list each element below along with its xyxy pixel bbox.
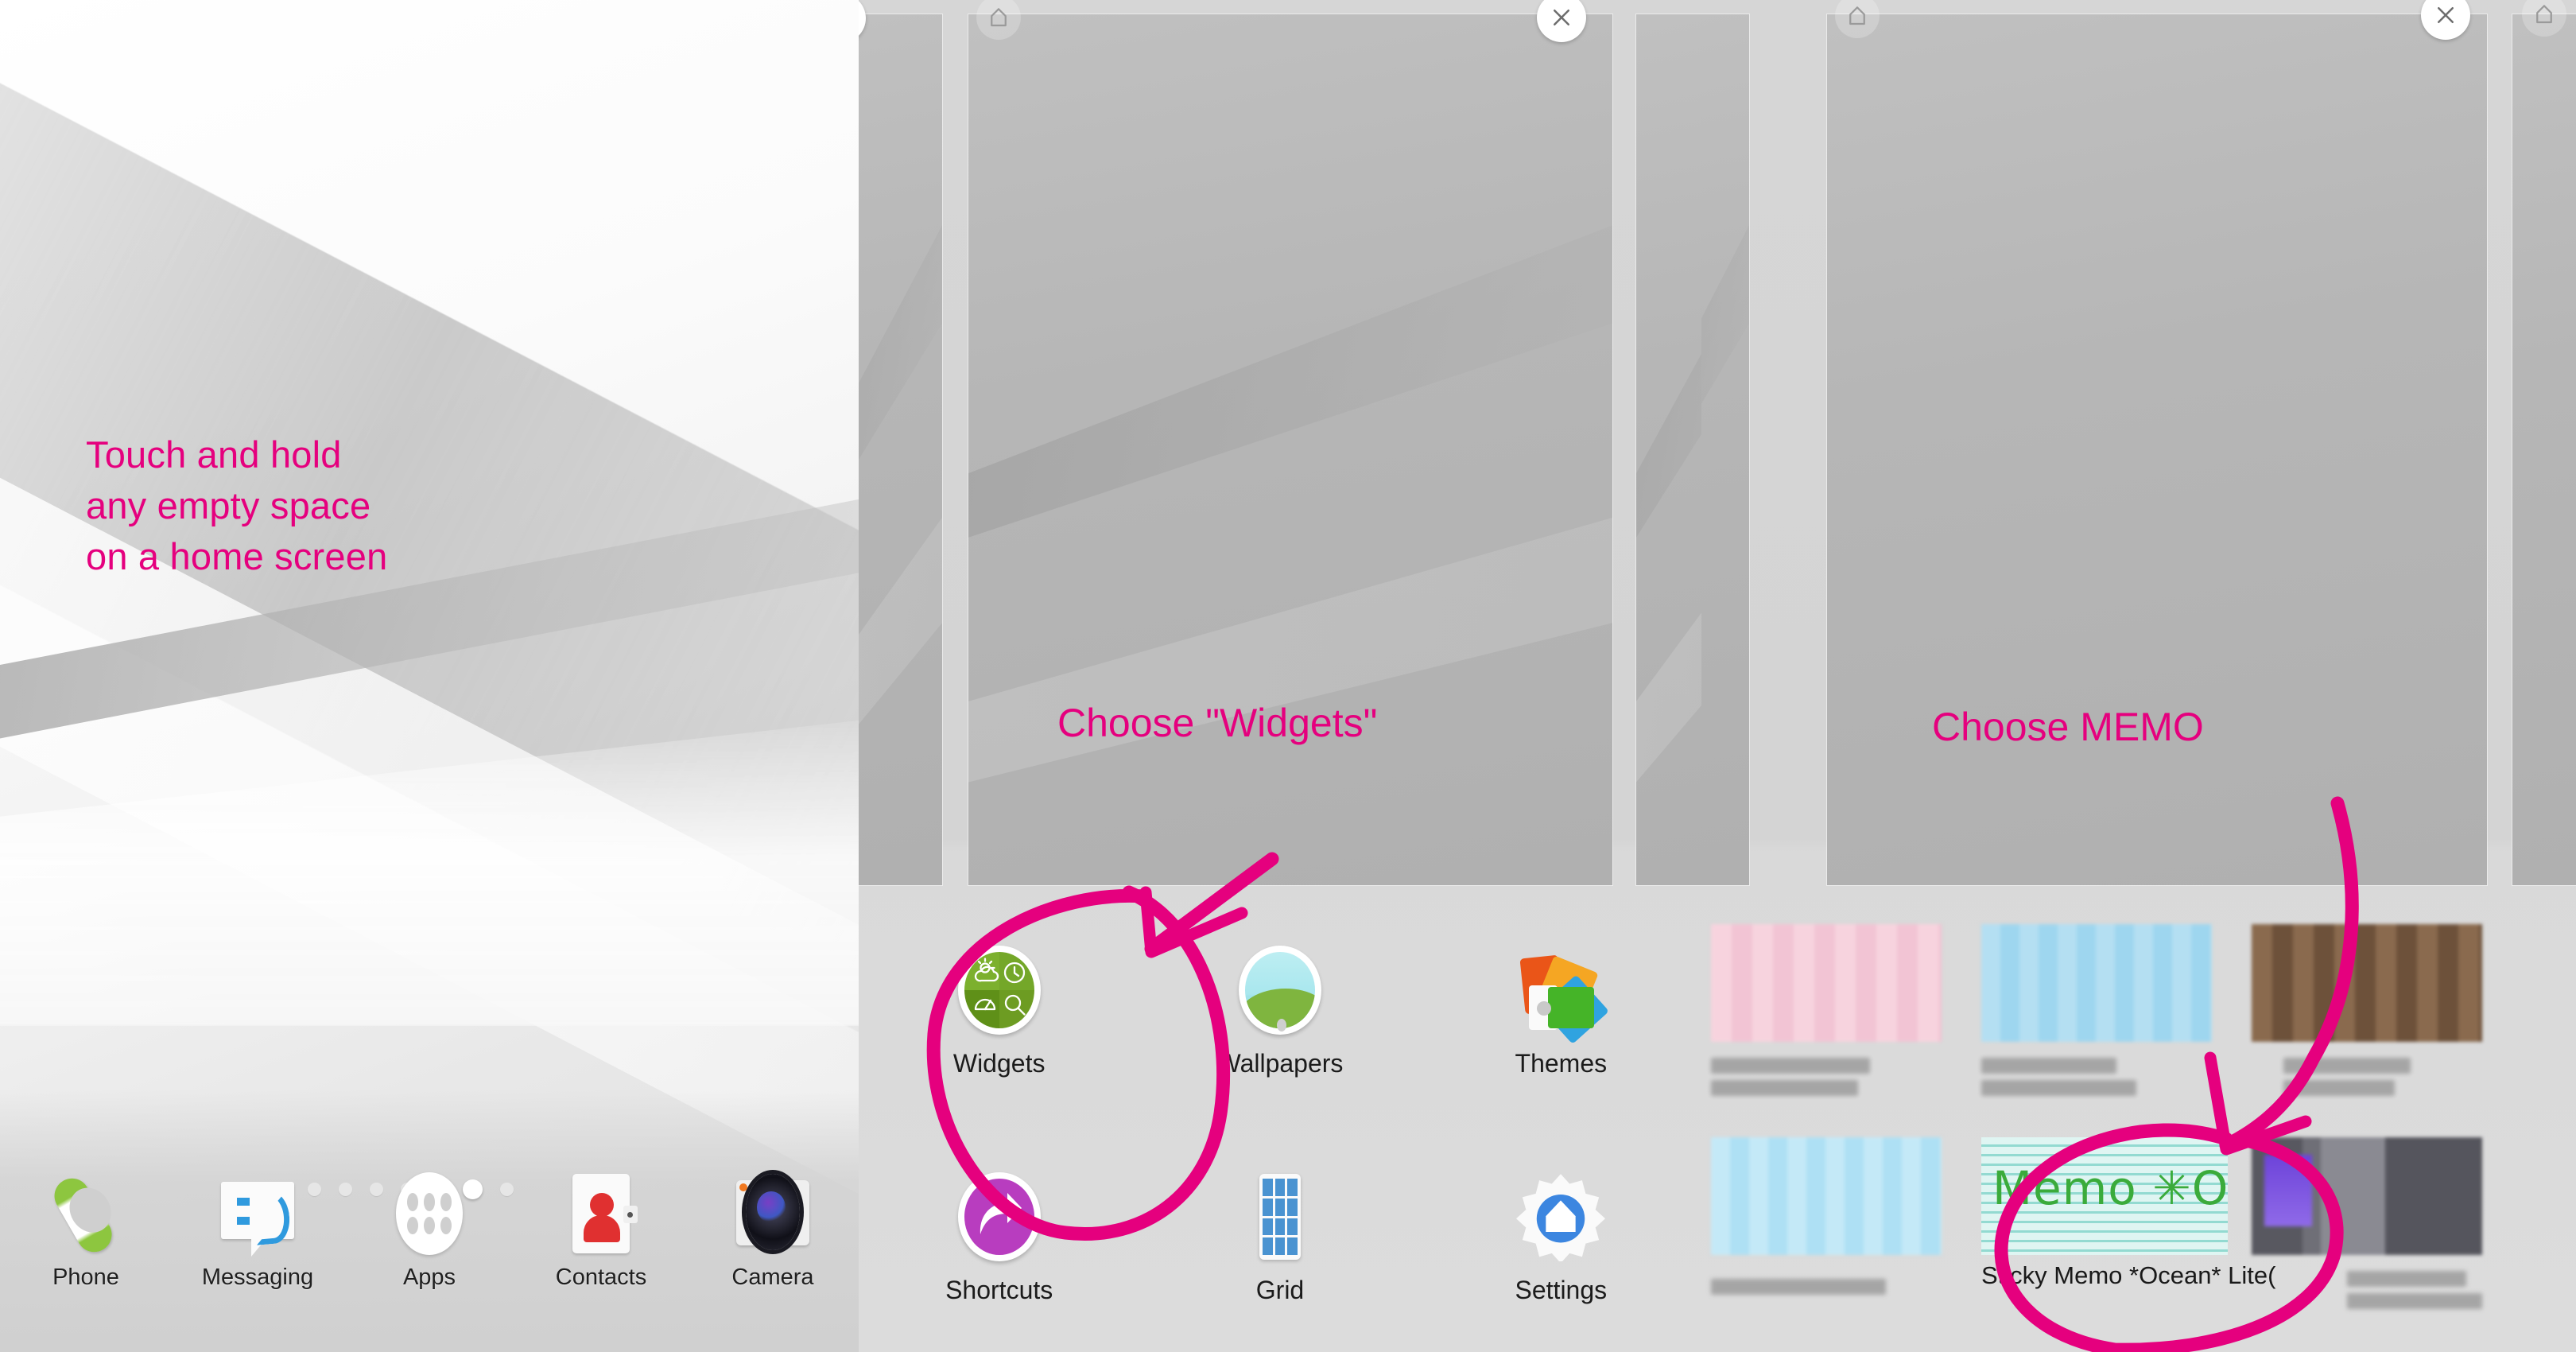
dock-item-contacts[interactable]: Contacts — [515, 1161, 687, 1352]
screenshot-root: Touch and hold any empty space on a home… — [0, 0, 2576, 1352]
home-screen-panel: Touch and hold any empty space on a home… — [0, 0, 859, 1352]
widget-name-blurred — [1711, 1269, 1942, 1314]
menu-label: Themes — [1515, 1049, 1608, 1078]
home-icon — [1849, 6, 1865, 25]
menu-item-shortcuts[interactable]: Shortcuts — [859, 1125, 1139, 1352]
settings-icon — [1516, 1172, 1606, 1261]
contacts-icon — [560, 1172, 642, 1255]
widget-preview — [2252, 924, 2482, 1042]
home-page-thumb[interactable] — [1701, 14, 1749, 885]
home-icon — [991, 8, 1007, 27]
close-icon — [2438, 7, 2454, 23]
callout-line-2: any empty space — [86, 484, 371, 526]
home-page-thumbnails — [1701, 0, 2576, 899]
phone-icon — [29, 1157, 142, 1270]
share-arrow-icon — [980, 1193, 1022, 1234]
menu-item-widgets[interactable]: Widgets — [859, 899, 1139, 1125]
memo-widget-preview: Memo ✳Ocean✳ — [1981, 1137, 2228, 1255]
memo-preview-text: Memo ✳Ocean✳ — [1992, 1161, 2228, 1215]
dock-item-apps[interactable]: Apps — [343, 1161, 515, 1352]
wallpaper — [0, 0, 859, 1352]
widgets-icon — [955, 946, 1044, 1035]
grid-icon — [1236, 1172, 1325, 1261]
callout-line-1: Touch and hold — [86, 433, 342, 476]
dock: Phone Messaging Apps Contacts Camera — [0, 1161, 859, 1352]
dock-label: Phone — [52, 1265, 119, 1290]
home-screen-callout: Touch and hold any empty space on a home… — [86, 429, 642, 582]
home-page-thumb-selected[interactable] — [968, 14, 1612, 885]
home-page-thumbnails — [859, 0, 1701, 899]
apps-grid-icon — [388, 1172, 471, 1255]
camera-icon — [731, 1172, 814, 1255]
widget-name-blurred — [1711, 1056, 1942, 1101]
dock-label: Apps — [402, 1265, 456, 1290]
menu-item-settings[interactable]: Settings — [1421, 1125, 1701, 1352]
menu-label: Settings — [1515, 1276, 1608, 1304]
shortcuts-icon — [955, 1172, 1044, 1261]
widget-list-item[interactable] — [2252, 1137, 2482, 1314]
home-edit-menu: Widgets Wallpapers Themes Shortcuts Grid… — [859, 899, 1701, 1352]
widget-list-item[interactable] — [2252, 924, 2482, 1101]
widget-list-item[interactable] — [1711, 1137, 1942, 1314]
callout-line-3: on a home screen — [86, 534, 388, 577]
widget-picker-panel: Memo ✳Ocean✳ Sticky Memo *Ocean* Lite( — [1701, 0, 2576, 1352]
widget-list: Memo ✳Ocean✳ Sticky Memo *Ocean* Lite( — [1701, 899, 2576, 1352]
menu-item-grid[interactable]: Grid — [1139, 1125, 1420, 1352]
dock-label: Camera — [731, 1265, 814, 1290]
home-page-thumb[interactable] — [859, 14, 942, 885]
dock-item-camera[interactable]: Camera — [687, 1161, 859, 1352]
dock-item-phone[interactable]: Phone — [0, 1161, 172, 1352]
widget-list-item-memo[interactable]: Memo ✳Ocean✳ Sticky Memo *Ocean* Lite( — [1981, 1137, 2276, 1290]
widget-preview — [1711, 924, 1942, 1042]
memo-widget-name: Sticky Memo *Ocean* Lite( — [1981, 1261, 2276, 1289]
home-edit-panel: Widgets Wallpapers Themes Shortcuts Grid… — [859, 0, 1701, 1352]
widget-list-item[interactable] — [1981, 924, 2212, 1101]
menu-item-themes[interactable]: Themes — [1421, 899, 1701, 1125]
wallpapers-icon — [1236, 946, 1325, 1035]
widget-preview — [1981, 924, 2212, 1042]
messaging-icon — [216, 1172, 299, 1257]
widget-preview — [1711, 1137, 1942, 1255]
widget-preview-accent — [2264, 1155, 2312, 1226]
menu-label: Widgets — [952, 1049, 1046, 1078]
home-page-thumb-selected[interactable] — [1827, 14, 2487, 885]
home-page-thumb[interactable] — [2512, 14, 2576, 885]
home-page-thumb[interactable] — [1636, 14, 1701, 885]
dock-label: Messaging — [201, 1265, 314, 1290]
menu-label: Grid — [1255, 1276, 1305, 1304]
menu-label: Shortcuts — [945, 1276, 1053, 1304]
widget-name-blurred — [2252, 1269, 2482, 1314]
widget-list-item[interactable] — [1711, 924, 1942, 1101]
dock-item-messaging[interactable]: Messaging — [172, 1161, 343, 1352]
dock-label: Contacts — [555, 1265, 647, 1290]
widget-name-blurred — [2252, 1056, 2482, 1101]
widget-name-blurred — [1981, 1056, 2212, 1101]
home-icon — [2536, 5, 2552, 24]
menu-item-wallpapers[interactable]: Wallpapers — [1139, 899, 1420, 1125]
close-icon — [1554, 10, 1569, 25]
home-glyph-icon — [1546, 1200, 1576, 1232]
menu-label: Wallpapers — [1216, 1049, 1344, 1078]
themes-icon — [1516, 946, 1610, 1045]
